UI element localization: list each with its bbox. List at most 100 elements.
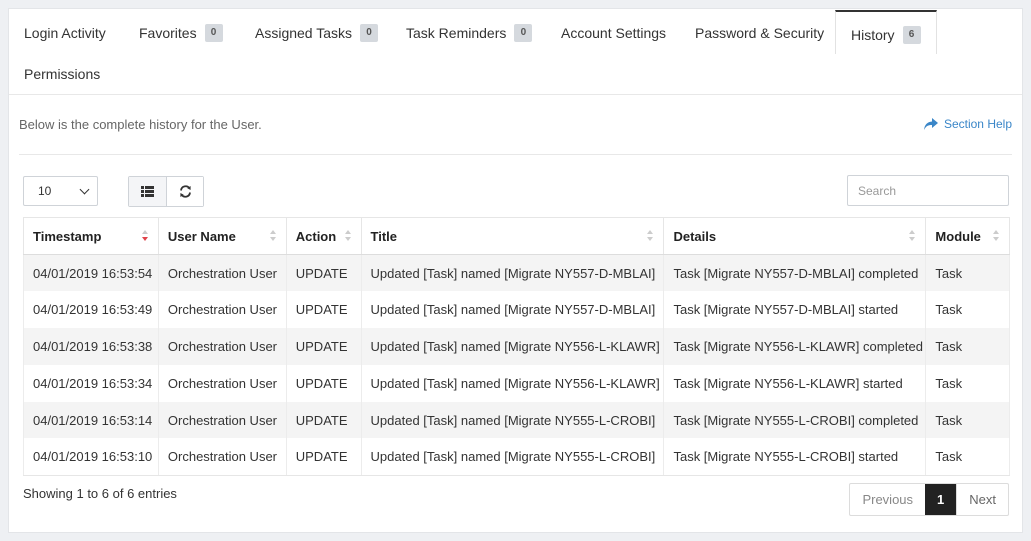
divider [19, 154, 1012, 155]
tab-permissions[interactable]: Permissions [24, 50, 100, 92]
column-header-module[interactable]: Module [925, 217, 1010, 255]
cell-module: Task [925, 401, 1010, 439]
share-arrow-icon [923, 118, 938, 130]
table-row[interactable]: 04/01/2019 16:53:34 Orchestration User UPD… [23, 364, 1010, 402]
intro-text: Below is the complete history for the Us… [19, 117, 262, 132]
sort-icon [344, 230, 351, 244]
column-header-details[interactable]: Details [663, 217, 927, 255]
sort-icon [647, 230, 654, 244]
sort-icon [909, 230, 916, 244]
table-header-row: Timestamp User Name Action Title Details [23, 217, 1010, 255]
cell-action: UPDATE [285, 401, 362, 439]
page-size-select[interactable]: 10 [23, 176, 98, 206]
cell-user-name: Orchestration User [157, 364, 287, 402]
tab-label: Password & Security [695, 25, 825, 41]
page-size-value: 10 [38, 184, 52, 198]
cell-timestamp: 04/01/2019 16:53:49 [23, 291, 159, 329]
cell-title: Updated [Task] named [Migrate NY556-L-KL… [360, 364, 665, 402]
table-row[interactable]: 04/01/2019 16:53:10 Orchestration User UPD… [23, 438, 1010, 476]
tab-label: Assigned Tasks [255, 25, 353, 41]
page-1-button[interactable]: 1 [925, 484, 957, 515]
tab-history[interactable]: History 6 [835, 10, 937, 54]
cell-timestamp: 04/01/2019 16:53:34 [23, 364, 159, 402]
cell-action: UPDATE [285, 438, 362, 476]
tab-favorites[interactable]: Favorites 0 [139, 9, 223, 51]
cell-user-name: Orchestration User [157, 401, 287, 439]
cell-user-name: Orchestration User [157, 254, 287, 292]
pagination: Previous 1 Next [849, 483, 1009, 516]
sort-desc-icon [141, 230, 148, 244]
sort-icon [269, 230, 276, 244]
section-help-link[interactable]: Section Help [923, 117, 1012, 131]
cell-title: Updated [Task] named [Migrate NY556-L-KL… [360, 328, 665, 365]
chevron-down-icon [79, 184, 90, 195]
count-badge: 0 [514, 24, 533, 42]
column-header-action[interactable]: Action [285, 217, 362, 255]
column-header-label: Module [935, 228, 981, 244]
cell-module: Task [925, 291, 1010, 329]
table-row[interactable]: 04/01/2019 16:53:54 Orchestration User UPD… [23, 254, 1010, 292]
tab-password-security[interactable]: Password & Security [695, 9, 824, 51]
tab-label: Task Reminders [406, 25, 507, 41]
cell-module: Task [925, 438, 1010, 476]
cell-user-name: Orchestration User [157, 291, 287, 329]
cell-module: Task [925, 254, 1010, 292]
cell-details: Task [Migrate NY557-D-MBLAI] started [663, 291, 927, 329]
history-table: Timestamp User Name Action Title Details [23, 217, 1010, 476]
column-header-label: Title [370, 228, 398, 244]
tab-label: Permissions [24, 66, 101, 82]
cell-title: Updated [Task] named [Migrate NY557-D-MB… [360, 291, 665, 329]
column-toggle-button[interactable] [129, 177, 166, 206]
table-row[interactable]: 04/01/2019 16:53:38 Orchestration User UPD… [23, 328, 1010, 365]
cell-details: Task [Migrate NY556-L-KLAWR] completed [663, 328, 927, 365]
tab-label: History [851, 27, 895, 43]
entries-info: Showing 1 to 6 of 6 entries [23, 486, 177, 501]
refresh-button[interactable] [166, 177, 203, 206]
cell-user-name: Orchestration User [157, 328, 287, 365]
tab-label: Favorites [139, 25, 197, 41]
tab-login-activity[interactable]: Login Activity [24, 9, 106, 51]
next-page-button[interactable]: Next [956, 484, 1008, 515]
column-header-label: Action [295, 228, 337, 244]
cell-timestamp: 04/01/2019 16:53:38 [23, 328, 159, 365]
refresh-icon [179, 185, 191, 198]
cell-timestamp: 04/01/2019 16:53:54 [23, 254, 159, 292]
column-header-label: User Name [167, 228, 236, 244]
column-header-user-name[interactable]: User Name [157, 217, 287, 255]
cell-module: Task [925, 364, 1010, 402]
tab-label: Account Settings [561, 25, 667, 41]
cell-user-name: Orchestration User [157, 438, 287, 476]
previous-page-button[interactable]: Previous [850, 484, 925, 515]
count-badge: 0 [360, 24, 379, 42]
cell-details: Task [Migrate NY557-D-MBLAI] completed [663, 254, 927, 292]
list-icon [141, 186, 154, 197]
table-row[interactable]: 04/01/2019 16:53:49 Orchestration User UPD… [23, 291, 1010, 329]
section-help-label: Section Help [943, 117, 1012, 131]
cell-action: UPDATE [285, 291, 362, 329]
tab-assigned-tasks[interactable]: Assigned Tasks 0 [255, 9, 379, 51]
cell-title: Updated [Task] named [Migrate NY555-L-CR… [360, 401, 665, 439]
cell-action: UPDATE [285, 364, 362, 402]
cell-details: Task [Migrate NY555-L-CROBI] completed [663, 401, 927, 439]
cell-details: Task [Migrate NY555-L-CROBI] started [663, 438, 927, 476]
sort-icon [993, 230, 999, 244]
search-input[interactable] [847, 175, 1009, 206]
count-badge: 6 [902, 26, 921, 44]
cell-details: Task [Migrate NY556-L-KLAWR] started [663, 364, 927, 402]
column-header-timestamp[interactable]: Timestamp [23, 217, 159, 255]
cell-title: Updated [Task] named [Migrate NY557-D-MB… [360, 254, 665, 292]
view-button-group [128, 176, 204, 207]
column-header-title[interactable]: Title [360, 217, 665, 255]
cell-timestamp: 04/01/2019 16:53:14 [23, 401, 159, 439]
cell-title: Updated [Task] named [Migrate NY555-L-CR… [360, 438, 665, 476]
cell-module: Task [925, 328, 1010, 365]
cell-action: UPDATE [285, 328, 362, 365]
cell-timestamp: 04/01/2019 16:53:10 [23, 438, 159, 476]
tab-account-settings[interactable]: Account Settings [561, 9, 666, 51]
tab-bar: Login Activity Favorites 0 Assigned Task… [9, 9, 1022, 95]
table-row[interactable]: 04/01/2019 16:53:14 Orchestration User UPD… [23, 401, 1010, 439]
column-header-label: Timestamp [33, 228, 102, 244]
user-history-panel: Login Activity Favorites 0 Assigned Task… [8, 8, 1023, 533]
tab-task-reminders[interactable]: Task Reminders 0 [406, 9, 533, 51]
column-header-label: Details [673, 228, 717, 244]
